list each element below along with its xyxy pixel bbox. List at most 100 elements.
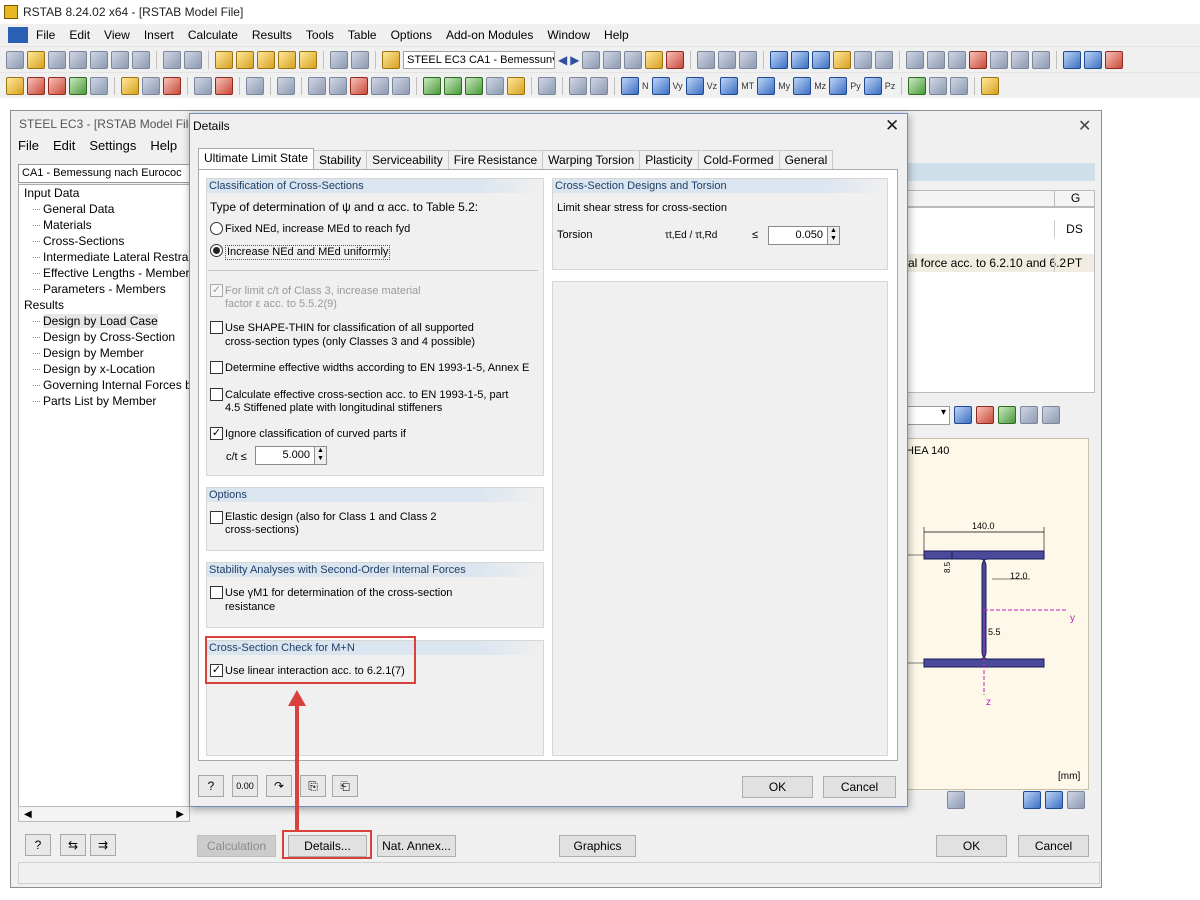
export-button[interactable]: ⇉ xyxy=(90,834,116,856)
radio-fixed-ned[interactable] xyxy=(210,222,223,235)
tree-item-design-by-cross-section[interactable]: Design by Cross-Section xyxy=(19,329,189,345)
table-row[interactable]: DS xyxy=(906,220,1094,238)
tab-cold-formed[interactable]: Cold-Formed xyxy=(697,150,780,169)
xx-values-icon[interactable] xyxy=(666,50,685,69)
import-button[interactable]: ⇆ xyxy=(60,834,86,856)
eye-icon[interactable] xyxy=(538,76,556,95)
use-shape-thin-label[interactable]: Use SHAPE-THIN for classification of all… xyxy=(225,322,474,335)
tree-item-materials[interactable]: Materials xyxy=(19,217,189,233)
animation-icon[interactable] xyxy=(697,50,716,69)
internal-force-icon[interactable] xyxy=(621,76,639,95)
force-py-icon[interactable] xyxy=(829,76,848,95)
delete-icon[interactable] xyxy=(969,50,988,69)
force-label-vy[interactable]: Vy xyxy=(673,81,683,91)
result-x-icon[interactable] xyxy=(423,76,441,95)
increase-material-factor-checkbox[interactable]: ✓ xyxy=(210,284,223,297)
tree-item-lateral-restraints[interactable]: Intermediate Lateral Restraints xyxy=(19,249,189,265)
nat-annex-button[interactable]: Nat. Annex... xyxy=(377,835,456,857)
filter-icon[interactable] xyxy=(954,406,972,424)
result-z-icon[interactable] xyxy=(465,76,483,95)
tab-stability[interactable]: Stability xyxy=(313,150,368,169)
pen-icon[interactable] xyxy=(6,76,24,95)
graphics-button[interactable]: Graphics xyxy=(559,835,636,857)
ignore-curved-parts-label[interactable]: Ignore classification of curved parts if xyxy=(225,428,406,441)
zoom-section-icon[interactable] xyxy=(1067,791,1085,809)
tools-icon[interactable] xyxy=(1032,50,1051,69)
ct-limit-stepper[interactable]: ▲ ▼ xyxy=(314,446,327,465)
tree-item-parameters[interactable]: Parameters - Members xyxy=(19,281,189,297)
box-view-icon[interactable] xyxy=(371,76,389,95)
table-icon[interactable] xyxy=(330,50,348,69)
help-button[interactable]: ? xyxy=(25,834,51,856)
menu-view[interactable]: View xyxy=(97,24,137,46)
tree-item-general-data[interactable]: General Data xyxy=(19,201,189,217)
report-icon[interactable] xyxy=(981,76,1000,95)
surface-icon[interactable] xyxy=(590,76,608,95)
force-mz-icon[interactable] xyxy=(793,76,812,95)
close-icon[interactable]: ✕ xyxy=(885,116,899,136)
zoom-icon[interactable] xyxy=(329,76,347,95)
save-icon[interactable] xyxy=(69,50,87,69)
radio-increase-uniformly[interactable] xyxy=(210,244,223,257)
effective-section-checkbox[interactable] xyxy=(210,388,223,401)
target-icon[interactable] xyxy=(278,50,296,69)
tab-serviceability[interactable]: Serviceability xyxy=(366,150,449,169)
result-y-icon[interactable] xyxy=(444,76,462,95)
deformation-icon[interactable] xyxy=(929,76,948,95)
show-dimensions-icon[interactable] xyxy=(1023,791,1041,809)
use-gamma-m1-checkbox[interactable] xyxy=(210,586,223,599)
force-pz-icon[interactable] xyxy=(863,76,882,95)
section-results-icon[interactable] xyxy=(739,50,758,69)
menu-window[interactable]: Window xyxy=(540,24,597,46)
tree-item-effective-lengths[interactable]: Effective Lengths - Members xyxy=(19,265,189,281)
results-diagram-icon[interactable] xyxy=(718,50,737,69)
menu-tools[interactable]: Tools xyxy=(299,24,341,46)
section-info-icon[interactable] xyxy=(947,791,965,809)
open-file-icon[interactable] xyxy=(27,50,45,69)
results-filter-combo[interactable]: ▾ xyxy=(905,405,950,425)
search-icon[interactable] xyxy=(236,50,254,69)
redo-icon[interactable] xyxy=(184,50,202,69)
elastic-design-checkbox[interactable] xyxy=(210,511,223,524)
calculation-button[interactable]: Calculation xyxy=(197,835,276,857)
menu-help[interactable]: Help xyxy=(597,24,636,46)
edit-icon[interactable] xyxy=(215,50,233,69)
save-defaults-button[interactable]: ⎗ xyxy=(332,775,358,797)
measure-icon[interactable] xyxy=(906,50,925,69)
force-label-n[interactable]: N xyxy=(642,81,649,91)
force-my-icon[interactable] xyxy=(757,76,776,95)
view-supports-icon[interactable] xyxy=(854,50,873,69)
menu-options[interactable]: Options xyxy=(384,24,439,46)
ct-limit-input[interactable]: 5.000 xyxy=(255,446,315,465)
coordinate-system-icon[interactable] xyxy=(194,76,212,95)
view-loads-icon[interactable] xyxy=(833,50,852,69)
tree-input-data[interactable]: Input Data xyxy=(19,185,189,201)
dialog-help-button[interactable]: ? xyxy=(198,775,224,797)
force-mt-icon[interactable] xyxy=(720,76,739,95)
module-ok-button[interactable]: OK xyxy=(936,835,1007,857)
color-scale-icon[interactable] xyxy=(976,406,994,424)
mirror-icon[interactable] xyxy=(948,50,967,69)
module-menu-help[interactable]: Help xyxy=(150,138,177,153)
tab-general[interactable]: General xyxy=(778,150,834,169)
view-members-icon[interactable] xyxy=(812,50,831,69)
menu-table[interactable]: Table xyxy=(341,24,384,46)
force-label-mz[interactable]: Mz xyxy=(814,81,826,91)
previous-case-icon[interactable]: ◀ xyxy=(558,53,567,67)
force-label-mt[interactable]: MT xyxy=(741,81,754,91)
use-gamma-m1-label[interactable]: Use γM1 for determination of the cross-s… xyxy=(225,587,452,600)
tree-item-parts-list[interactable]: Parts List by Member xyxy=(19,393,189,409)
view-icon[interactable] xyxy=(1042,406,1060,424)
axes-icon[interactable] xyxy=(142,76,160,95)
tab-warping-torsion[interactable]: Warping Torsion xyxy=(542,150,641,169)
tree-item-design-by-x-location[interactable]: Design by x-Location xyxy=(19,361,189,377)
tree-item-governing-forces[interactable]: Governing Internal Forces by Member xyxy=(19,377,189,393)
xx-results-icon[interactable] xyxy=(624,50,643,69)
settings-icon[interactable] xyxy=(1011,50,1030,69)
clip-icon[interactable] xyxy=(392,76,410,95)
view-nodes-icon[interactable] xyxy=(791,50,810,69)
radio-increase-uniformly-label[interactable]: Increase NEd and MEd uniformly xyxy=(225,245,391,260)
results-search-icon[interactable] xyxy=(257,50,275,69)
module-menu-edit[interactable]: Edit xyxy=(53,138,75,153)
ignore-curved-parts-checkbox[interactable]: ✓ xyxy=(210,427,223,440)
